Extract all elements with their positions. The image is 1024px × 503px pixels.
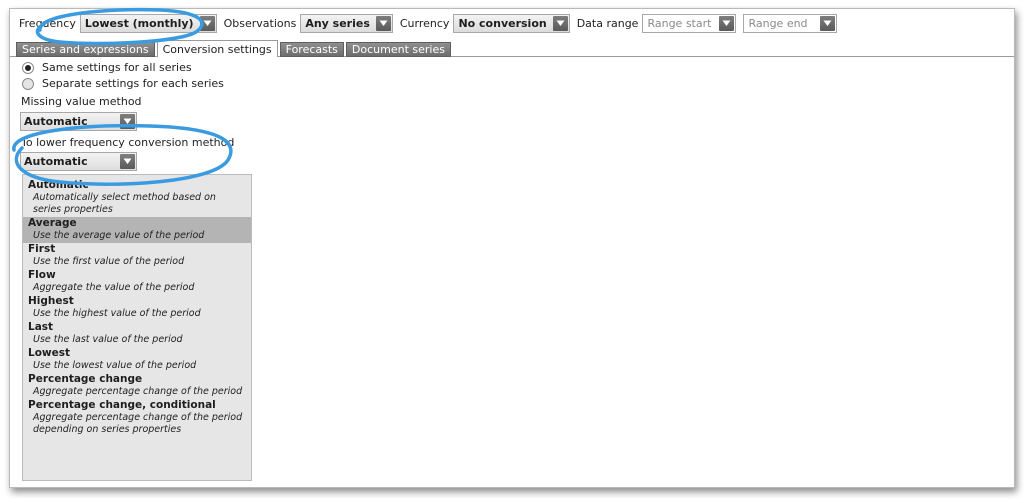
radio-unchecked-icon[interactable] [22, 77, 34, 90]
option-title: Last [28, 321, 54, 333]
tab-document-series[interactable]: Document series [345, 42, 451, 57]
tab-forecasts[interactable]: Forecasts [279, 42, 344, 57]
range-start-placeholder: Range start [647, 16, 712, 30]
option-average[interactable]: Average Use the average value of the per… [23, 217, 251, 243]
option-title: Highest [28, 295, 74, 307]
option-title: Flow [28, 269, 56, 281]
chevron-down-icon[interactable] [120, 154, 135, 169]
lower-frequency-value: Automatic [24, 155, 88, 168]
option-description: Use the lowest value of the period [33, 360, 197, 371]
chevron-down-icon[interactable] [552, 15, 568, 31]
currency-value: No conversion [458, 16, 547, 30]
radio-same-settings[interactable]: Same settings for all series [22, 61, 192, 74]
observations-select[interactable]: Any series [300, 13, 393, 33]
frequency-value: Lowest (monthly) [84, 16, 194, 30]
option-title: First [28, 243, 56, 255]
option-description: Use the last value of the period [33, 334, 183, 345]
tab-conversion-settings[interactable]: Conversion settings [156, 40, 278, 57]
toolbar: Frequency Lowest (monthly) Observations … [10, 13, 1014, 33]
option-lowest[interactable]: Lowest Use the lowest value of the perio… [23, 347, 251, 373]
observations-value: Any series [305, 16, 370, 30]
currency-label: Currency [399, 16, 450, 30]
option-title: Percentage change [28, 373, 143, 385]
option-highest[interactable]: Highest Use the highest value of the per… [23, 295, 251, 321]
option-flow[interactable]: Flow Aggregate the value of the period [23, 269, 251, 295]
missing-value-value: Automatic [24, 115, 88, 128]
currency-select[interactable]: No conversion [453, 13, 570, 33]
missing-value-label: Missing value method [21, 95, 142, 108]
chevron-down-icon[interactable] [199, 15, 215, 31]
option-last[interactable]: Last Use the last value of the period [23, 321, 251, 347]
radio-same-label: Same settings for all series [42, 61, 192, 74]
option-percentage-change[interactable]: Percentage change Aggregate percentage c… [23, 373, 251, 399]
tab-series-and-expressions[interactable]: Series and expressions [16, 42, 155, 57]
radio-separate-label: Separate settings for each series [42, 77, 224, 90]
option-description: Use the highest value of the period [33, 308, 201, 319]
range-end-placeholder: Range end [748, 16, 808, 30]
option-description: Aggregate percentage change of the perio… [33, 386, 243, 397]
option-description: Aggregate percentage change of the perio… [33, 412, 243, 435]
app-window: Frequency Lowest (monthly) Observations … [9, 8, 1015, 488]
chevron-down-icon[interactable] [820, 15, 836, 31]
option-description: Use the average value of the period [33, 230, 205, 241]
option-description: Aggregate the value of the period [33, 282, 195, 293]
range-end-select[interactable]: Range end [743, 13, 838, 33]
radio-separate-settings[interactable]: Separate settings for each series [22, 77, 224, 90]
radio-checked-icon[interactable] [22, 61, 34, 74]
conversion-method-dropdown: Automatic Automatically select method ba… [22, 174, 252, 481]
option-automatic[interactable]: Automatic Automatically select method ba… [23, 179, 251, 217]
missing-value-select[interactable]: Automatic [20, 112, 137, 131]
lower-frequency-select[interactable]: Automatic [20, 152, 137, 171]
frequency-select[interactable]: Lowest (monthly) [79, 13, 217, 33]
option-first[interactable]: First Use the first value of the period [23, 243, 251, 269]
option-title: Lowest [28, 347, 70, 359]
date-range-label: Data range [576, 16, 639, 30]
option-title: Average [28, 217, 77, 229]
option-percentage-change-conditional[interactable]: Percentage change, conditional Aggregate… [23, 399, 251, 437]
range-start-select[interactable]: Range start [642, 13, 737, 33]
option-title: Automatic [28, 179, 89, 191]
tab-bar: Series and expressions Conversion settin… [16, 40, 453, 57]
chevron-down-icon[interactable] [375, 15, 391, 31]
lower-frequency-label: To lower frequency conversion method [21, 136, 235, 149]
option-description: Automatically select method based on ser… [33, 192, 216, 215]
frequency-label: Frequency [19, 16, 76, 30]
chevron-down-icon[interactable] [719, 15, 735, 31]
chevron-down-icon[interactable] [120, 114, 135, 129]
option-description: Use the first value of the period [33, 256, 185, 267]
observations-label: Observations [223, 16, 297, 30]
option-title: Percentage change, conditional [28, 399, 216, 411]
